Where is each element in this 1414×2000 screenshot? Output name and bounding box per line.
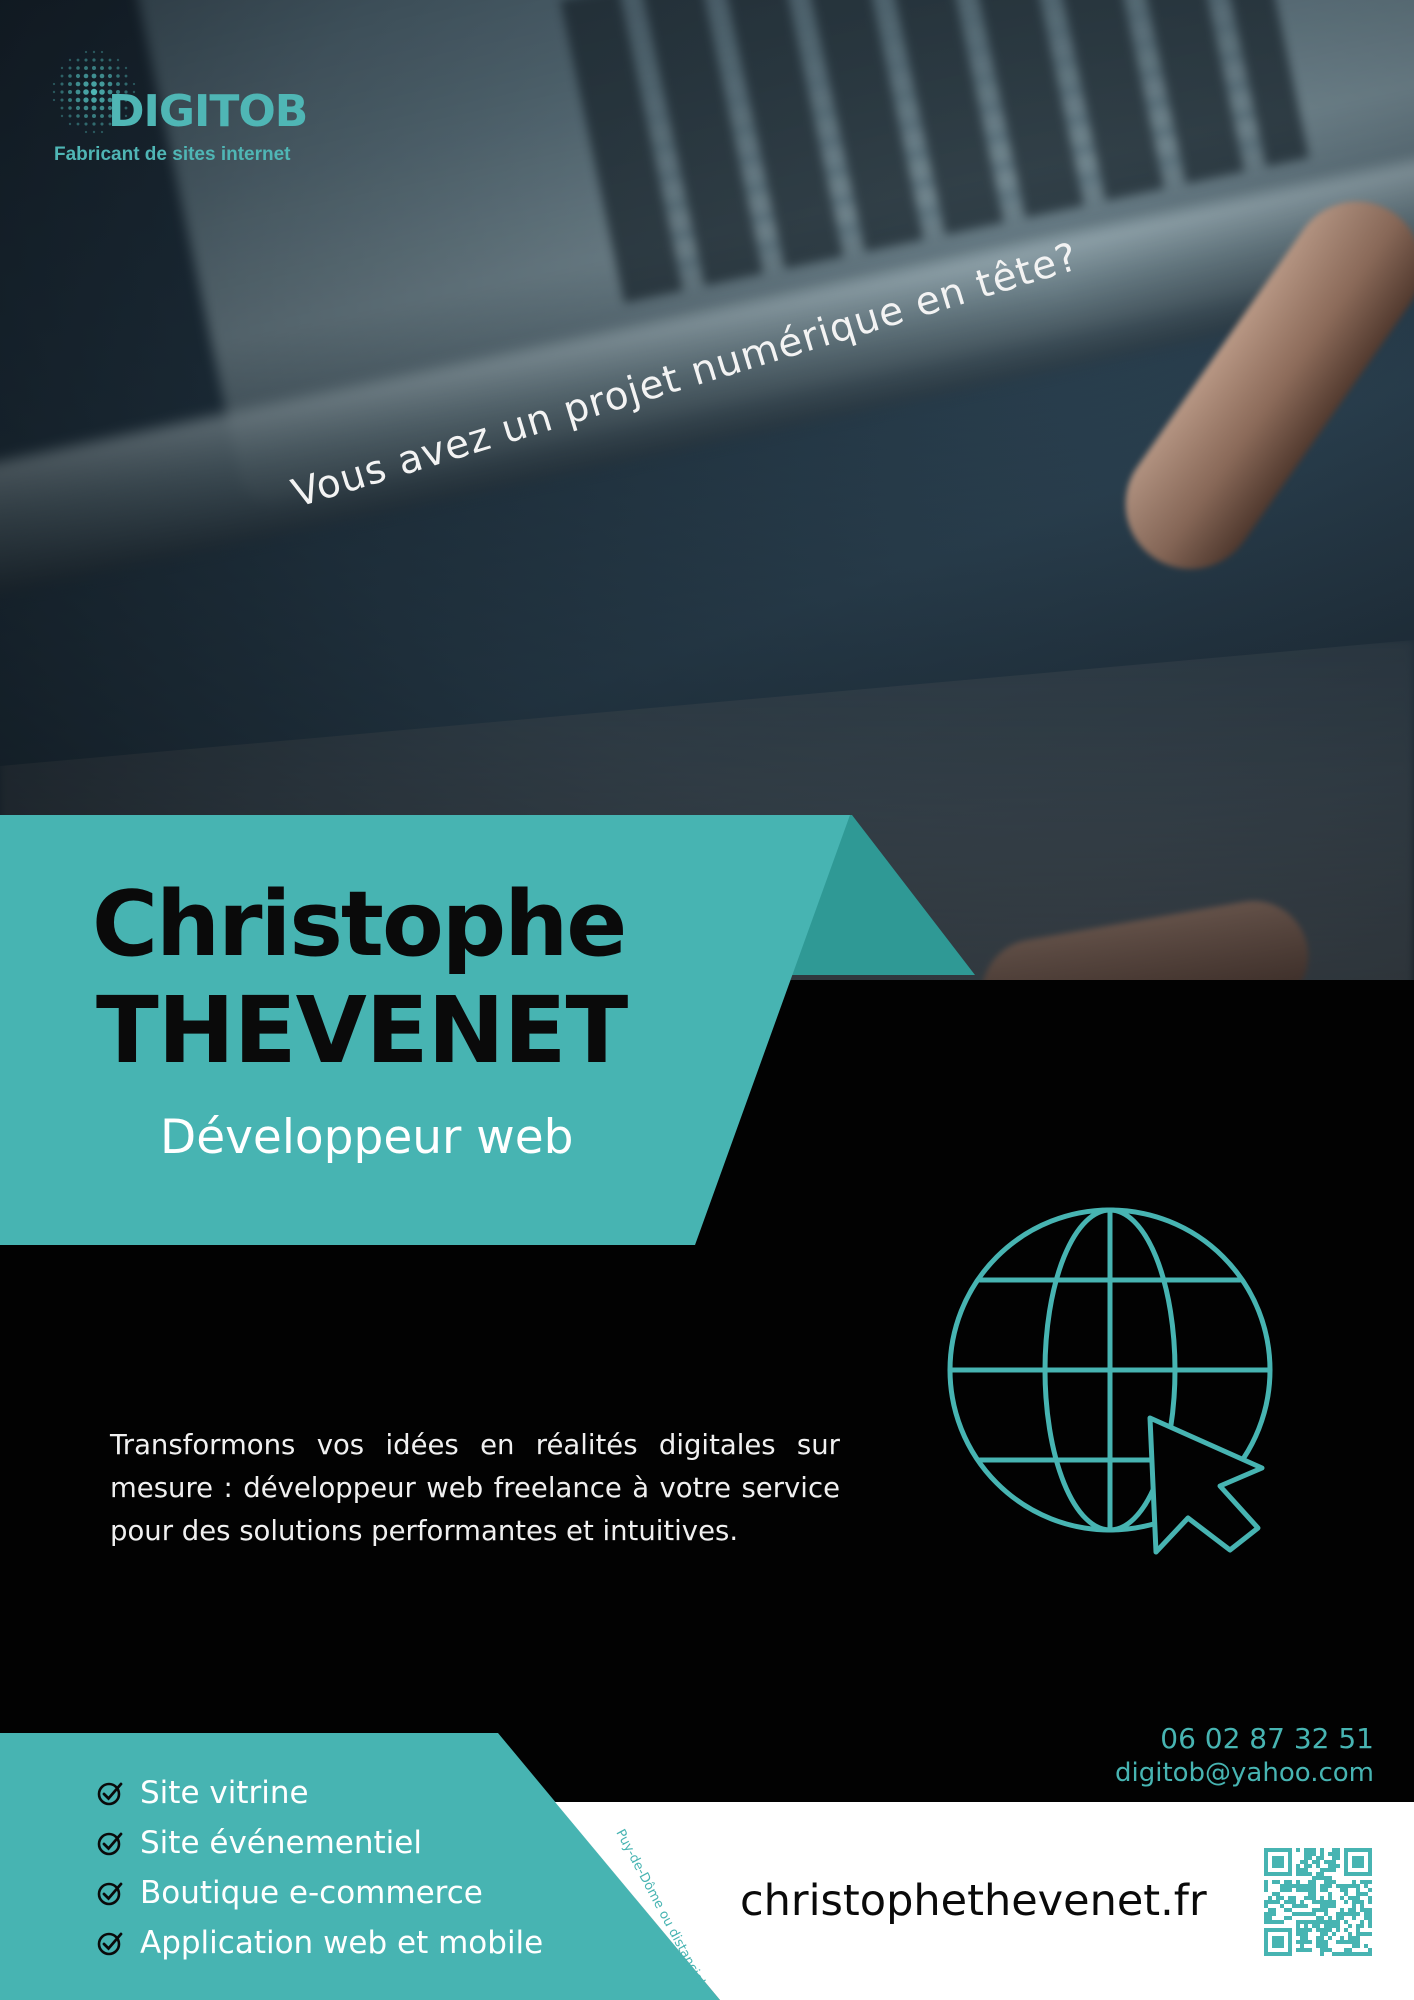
qr-code-icon[interactable] bbox=[1264, 1848, 1372, 1956]
services-list: Site vitrine Site événementiel Boutique … bbox=[96, 1768, 543, 1968]
globe-cursor-icon bbox=[947, 1207, 1273, 1555]
service-label: Site événementiel bbox=[140, 1825, 422, 1861]
service-item: Site événementiel bbox=[96, 1818, 543, 1868]
person-first-name: Christophe bbox=[92, 872, 627, 977]
service-label: Site vitrine bbox=[140, 1775, 309, 1811]
service-item: Boutique e-commerce bbox=[96, 1868, 543, 1918]
service-item: Application web et mobile bbox=[96, 1918, 543, 1968]
brand-tagline: Fabricant de sites internet bbox=[54, 144, 291, 165]
check-circle-icon bbox=[97, 1932, 123, 1956]
service-item: Site vitrine bbox=[96, 1768, 543, 1818]
website-url[interactable]: christophethevenet.fr bbox=[740, 1876, 1207, 1926]
person-role: Développeur web bbox=[160, 1110, 574, 1165]
phone-number[interactable]: 06 02 87 32 51 bbox=[1160, 1722, 1374, 1755]
service-label: Boutique e-commerce bbox=[140, 1875, 483, 1911]
check-circle-icon bbox=[97, 1782, 123, 1806]
pitch-text: Transformons vos idées en réalités digit… bbox=[110, 1429, 840, 1547]
service-label: Application web et mobile bbox=[140, 1925, 544, 1961]
check-circle-icon bbox=[97, 1832, 123, 1856]
flyer: DIGITOB Fabricant de sites internet Vous… bbox=[0, 0, 1414, 2000]
brand-name: DIGITOB bbox=[108, 86, 308, 137]
person-last-name: THEVENET bbox=[96, 977, 628, 1084]
email-address[interactable]: digitob@yahoo.com bbox=[1115, 1758, 1374, 1788]
check-circle-icon bbox=[97, 1882, 123, 1906]
